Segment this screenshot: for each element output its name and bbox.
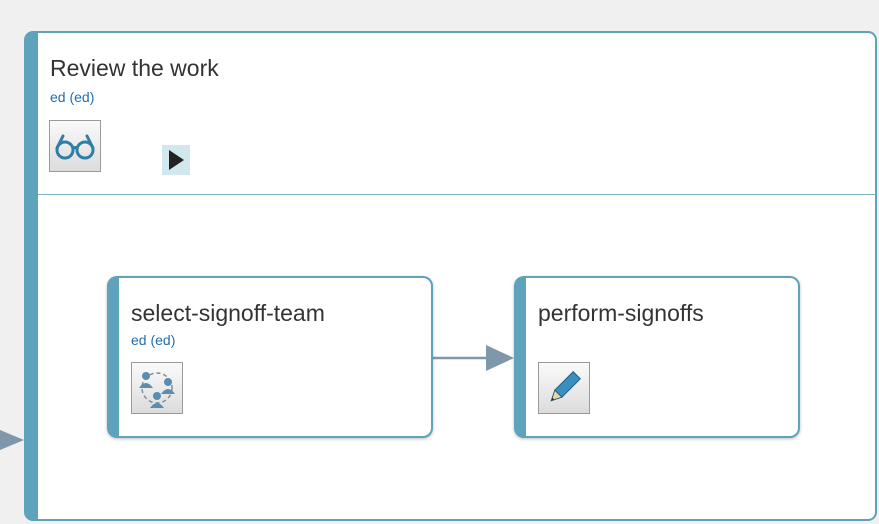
task-name: select-signoff-team [131, 300, 325, 326]
connector-arrow [432, 345, 514, 371]
task-name: perform-signoffs [538, 300, 704, 326]
task-owner[interactable]: ed (ed) [131, 332, 175, 348]
task-perform-signoffs[interactable]: perform-signoffs [514, 276, 800, 438]
workflow-canvas: Review the work ed (ed) select-signoff-t [0, 0, 879, 524]
task-select-signoff-team[interactable]: select-signoff-team ed (ed) [107, 276, 433, 438]
pencil-icon[interactable] [538, 362, 590, 414]
team-icon[interactable] [131, 362, 183, 414]
